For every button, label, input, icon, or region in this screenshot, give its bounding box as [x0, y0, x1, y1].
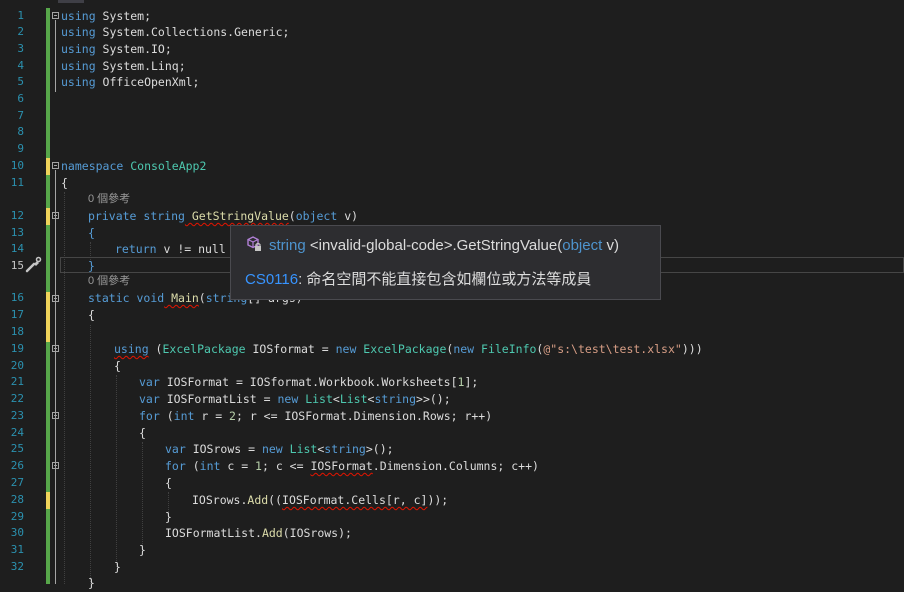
line-number: 31: [10, 543, 24, 556]
code-line-5[interactable]: using OfficeOpenXml;: [61, 74, 199, 91]
fold-guide: [55, 170, 56, 584]
code-line-14[interactable]: return v != null ?: [115, 241, 240, 258]
line-number: 2: [17, 25, 24, 38]
code-line-21[interactable]: var IOSFormat = IOSformat.Workbook.Works…: [139, 374, 478, 391]
line-number: 11: [10, 176, 24, 189]
code-line-32[interactable]: }: [114, 559, 121, 576]
line-number: 19: [10, 342, 24, 355]
indent-guide: [142, 442, 144, 550]
fold-guide: [55, 20, 56, 92]
change-bar-saved: [46, 175, 50, 208]
code-line-25[interactable]: var IOSrows = new List<string>();: [165, 441, 394, 458]
code-line-26[interactable]: for (int c = 1; c <= IOSFormat.Dimension…: [165, 458, 539, 475]
code-line-28[interactable]: IOSrows.Add((IOSFormat.Cells[r, c]));: [192, 492, 448, 509]
change-bar-saved: [46, 509, 50, 584]
fold-toggle[interactable]: [52, 212, 59, 219]
line-number: 21: [10, 375, 24, 388]
error-code-link[interactable]: CS0116: [245, 271, 298, 288]
fold-toggle[interactable]: [52, 345, 59, 352]
indent-guide: [116, 375, 118, 567]
quick-actions-screwdriver-icon[interactable]: [24, 256, 42, 274]
change-bar-saved: [46, 91, 50, 158]
line-number: 14: [10, 242, 24, 255]
code-line-11[interactable]: {: [61, 175, 68, 192]
code-line-27[interactable]: {: [165, 475, 172, 492]
code-line-24[interactable]: {: [139, 425, 146, 442]
code-line-29[interactable]: }: [165, 509, 172, 526]
code-line-10[interactable]: namespace ConsoleApp2: [61, 158, 206, 175]
line-number: 17: [10, 308, 24, 321]
code-line-30[interactable]: IOSFormatList.Add(IOSrows);: [165, 525, 352, 542]
line-number: 16: [10, 291, 24, 304]
line-number: 8: [17, 125, 24, 138]
line-number: 25: [10, 442, 24, 455]
line-number: 6: [17, 92, 24, 105]
line-number: 10: [10, 159, 24, 172]
line-number: 24: [10, 426, 24, 439]
codelens-references[interactable]: 0 個參考: [88, 191, 130, 208]
line-number: 7: [17, 109, 24, 122]
line-number: 29: [10, 510, 24, 523]
fold-toggle[interactable]: [52, 412, 59, 419]
line-number: 15: [10, 259, 24, 272]
tooltip-error: CS0116: 命名空間不能直接包含如欄位或方法等成員: [245, 271, 592, 288]
change-bar-unsaved: [46, 292, 50, 342]
indent-guide: [64, 192, 66, 584]
line-number: 30: [10, 526, 24, 539]
code-line-2[interactable]: using System.Collections.Generic;: [61, 24, 290, 41]
tooltip-signature: string <invalid-global-code>.GetStringVa…: [245, 235, 619, 255]
change-bar-saved: [46, 342, 50, 492]
code-line-1[interactable]: using System;: [61, 8, 151, 25]
quick-info-tooltip: string <invalid-global-code>.GetStringVa…: [230, 225, 661, 300]
code-line-3[interactable]: using System.IO;: [61, 41, 172, 58]
change-bar-unsaved: [46, 158, 50, 175]
line-number: 27: [10, 476, 24, 489]
code-line-23[interactable]: for (int r = 2; r <= IOSFormat.Dimension…: [139, 408, 492, 425]
code-line-20[interactable]: {: [114, 358, 121, 375]
code-line-19[interactable]: using (ExcelPackage IOSformat = new Exce…: [114, 341, 703, 358]
code-line-12[interactable]: private string GetStringValue(object v): [88, 208, 358, 225]
line-number: 3: [17, 42, 24, 55]
change-bar-unsaved: [46, 208, 50, 225]
code-line-17[interactable]: {: [88, 307, 95, 324]
fold-toggle[interactable]: [52, 295, 59, 302]
codelens-references[interactable]: 0 個參考: [88, 273, 130, 290]
line-number: 23: [10, 409, 24, 422]
code-line-31[interactable]: }: [139, 542, 146, 559]
change-bar-unsaved: [46, 492, 50, 509]
change-bar-saved: [46, 8, 50, 91]
editor-top-strip: [0, 0, 904, 6]
line-number: 12: [10, 209, 24, 222]
tab-fragment: [58, 0, 84, 3]
code-line-33-partial: }: [88, 576, 95, 590]
line-number: 5: [17, 75, 24, 88]
change-bar-saved: [46, 225, 50, 292]
line-number: 13: [10, 226, 24, 239]
fold-toggle[interactable]: [52, 12, 59, 19]
code-line-22[interactable]: var IOSFormatList = new List<List<string…: [139, 391, 451, 408]
code-line-4[interactable]: using System.Linq;: [61, 58, 186, 75]
line-number: 4: [17, 59, 24, 72]
method-lock-icon: [247, 236, 261, 251]
indent-guide: [90, 325, 92, 584]
line-number: 26: [10, 459, 24, 472]
code-line-13[interactable]: {: [88, 225, 95, 242]
line-number: 32: [10, 560, 24, 573]
fold-toggle[interactable]: [52, 162, 59, 169]
line-number: 18: [10, 325, 24, 338]
line-number: 20: [10, 359, 24, 372]
line-number: 1: [17, 9, 24, 22]
line-number: 9: [17, 142, 24, 155]
line-number: 28: [10, 493, 24, 506]
fold-toggle[interactable]: [52, 462, 59, 469]
line-number: 22: [10, 392, 24, 405]
